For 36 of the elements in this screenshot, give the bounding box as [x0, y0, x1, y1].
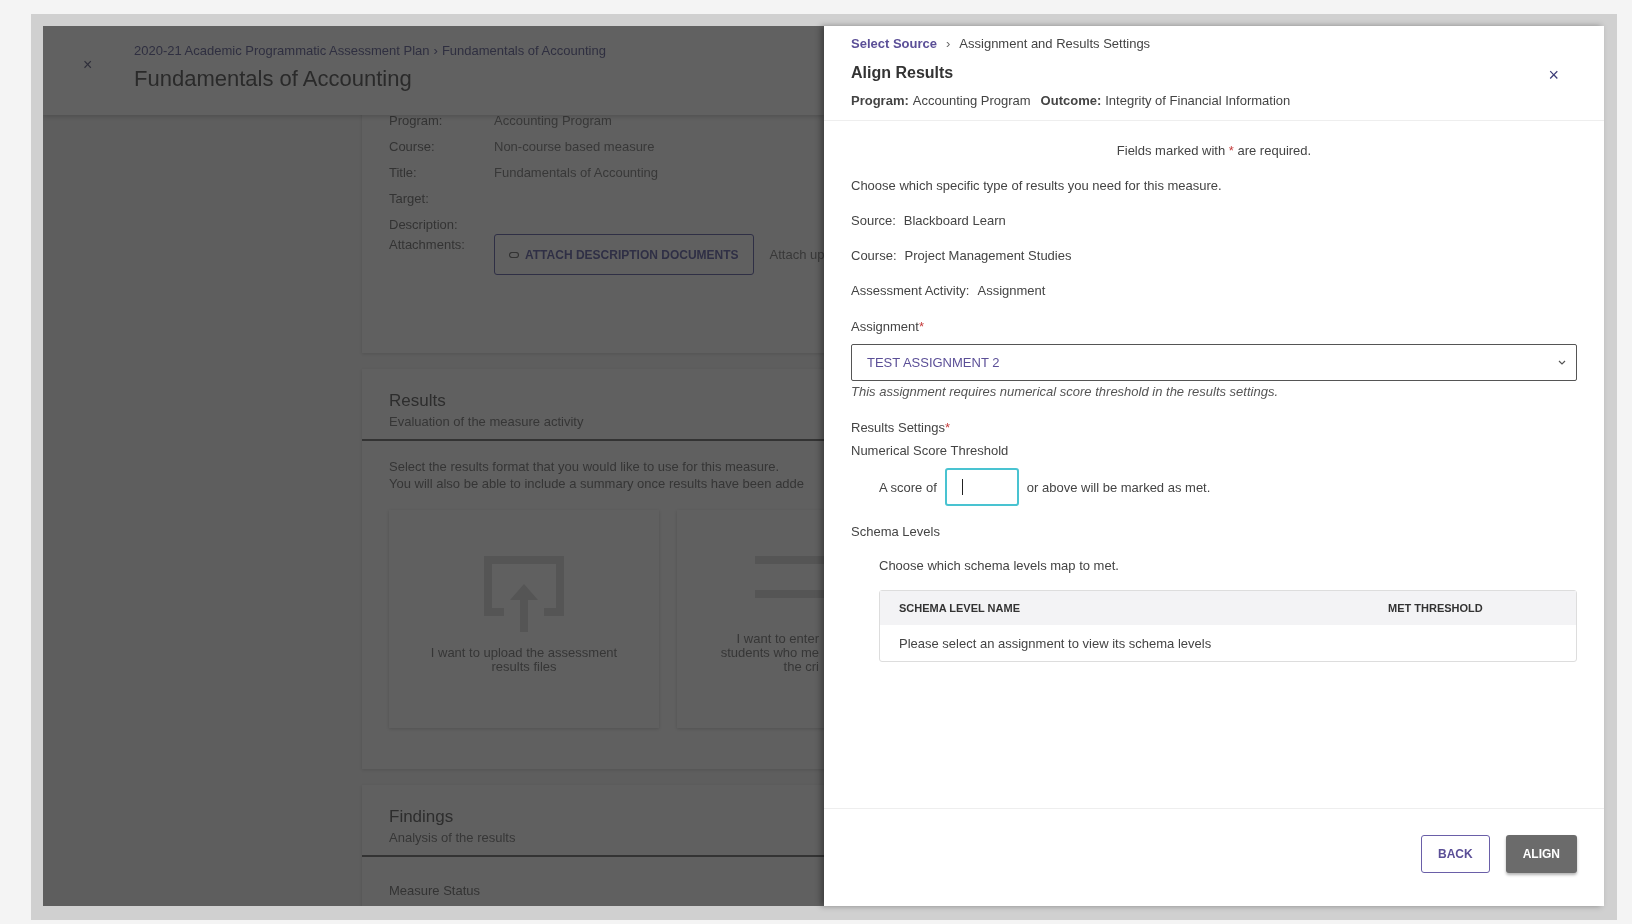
paperclip-icon [509, 251, 519, 258]
field-label: Results Settings* [851, 420, 951, 435]
breadcrumb-link[interactable]: Select Source [851, 36, 937, 51]
info-label: Course: [851, 248, 897, 263]
score-suffix: or above will be marked as met. [1026, 479, 1211, 495]
instruction-text: Choose which schema levels map to met. [878, 558, 1120, 573]
info-value: Blackboard Learn [903, 213, 1006, 228]
info-label: Assessment Activity: [851, 283, 970, 298]
score-prefix: A score of [879, 479, 937, 495]
column-header: SCHEMA LEVEL NAME [898, 602, 1021, 614]
align-button[interactable]: ALIGN [1505, 834, 1577, 873]
info-label: Source: [851, 213, 896, 228]
info-value: Assignment [977, 283, 1046, 298]
empty-message: Please select an assignment to view its schema levels [899, 635, 1212, 651]
meta-value: Accounting Program [912, 93, 1031, 108]
close-icon[interactable]: × [1548, 65, 1559, 86]
settings-type: Numerical Score Threshold [851, 443, 1010, 458]
back-button[interactable]: BACK [1421, 834, 1490, 873]
field-hint: This assignment requires numerical score threshold in the results settings. [851, 384, 1280, 399]
section-label: Schema Levels [851, 524, 941, 539]
meta-label: Outcome: [1040, 93, 1102, 108]
breadcrumb-separator: › [433, 43, 438, 58]
chevron-down-icon [1558, 360, 1566, 365]
breadcrumb-separator: › [946, 36, 951, 51]
column-header: MET THRESHOLD [1388, 602, 1484, 614]
meta-value: Integrity of Financial Information [1105, 93, 1291, 108]
meta-label: Program: [851, 93, 909, 108]
breadcrumb-current: Assignment and Results Settings [959, 36, 1151, 51]
intro-text: Choose which specific type of results you need for this measure. [851, 178, 1223, 193]
assignment-dropdown[interactable]: TEST ASSIGNMENT 2 [851, 344, 1577, 381]
info-value: Project Management Studies [904, 248, 1072, 263]
required-note: Fields marked with * are required. [1115, 143, 1313, 158]
score-input[interactable] [944, 468, 1019, 506]
page-title: Fundamentals of Accounting [134, 66, 413, 92]
field-label: Assignment* [851, 319, 925, 334]
dialog-title: Align Results [851, 63, 954, 82]
